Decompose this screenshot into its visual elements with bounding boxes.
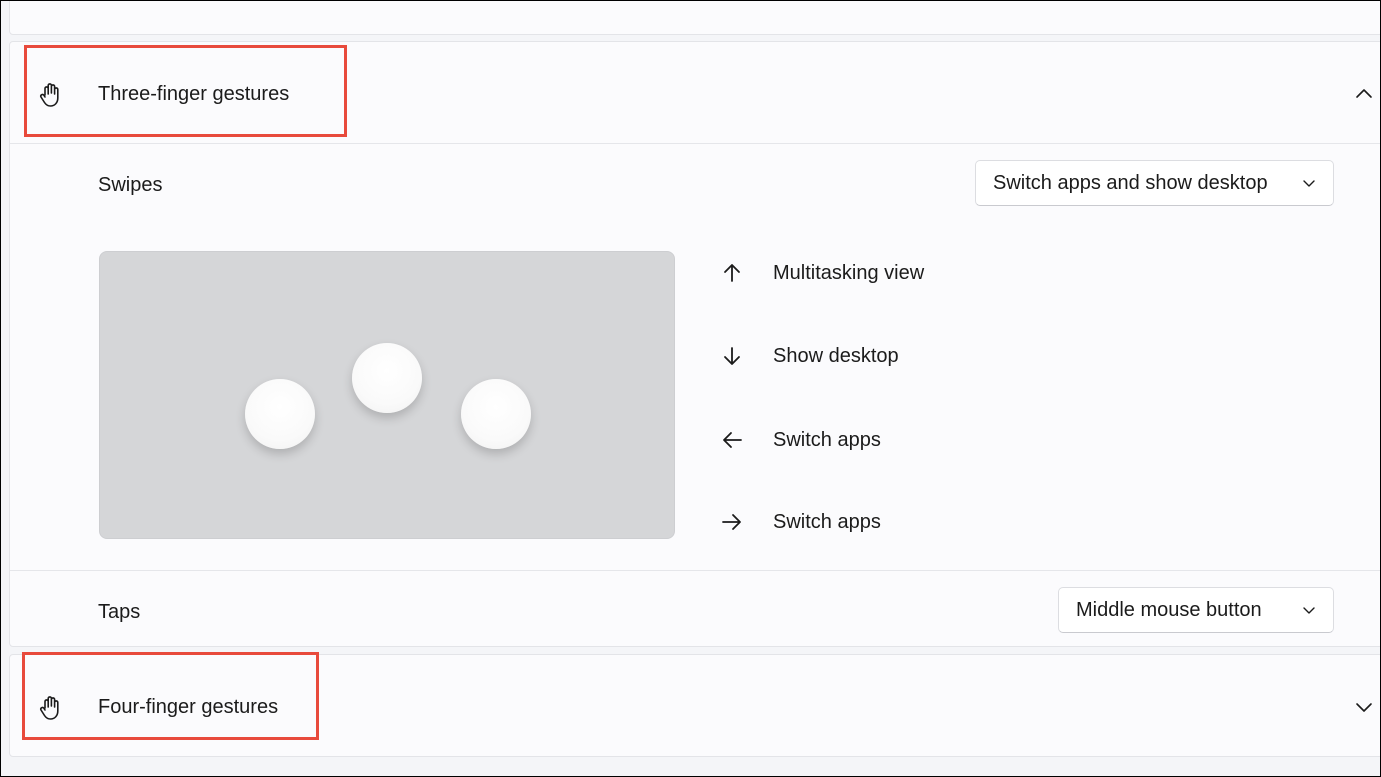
previous-settings-card [9, 1, 1380, 35]
arrow-down-icon [724, 347, 740, 365]
finger-dot [245, 379, 315, 449]
arrow-right-icon [722, 514, 741, 530]
section-title: Four-finger gestures [98, 696, 279, 718]
hand-icon [40, 696, 59, 720]
swipes-dropdown-value: Switch apps and show desktop [993, 172, 1268, 194]
arrow-up-icon [724, 264, 740, 282]
chevron-down-icon [1303, 180, 1315, 187]
three-finger-gestures-header[interactable]: Three-finger gestures [10, 42, 1380, 144]
gesture-label: Switch apps [773, 511, 881, 533]
finger-dot [352, 343, 422, 413]
hand-icon [40, 83, 59, 107]
divider [10, 570, 1380, 571]
gesture-label: Multitasking view [773, 262, 925, 284]
finger-dot [461, 379, 531, 449]
settings-page: Three-finger gestures Swipes Switch apps… [0, 0, 1381, 777]
touchpad-illustration [99, 251, 675, 539]
chevron-down-icon [1303, 607, 1315, 614]
three-finger-gestures-card: Three-finger gestures Swipes Switch apps… [9, 41, 1380, 647]
gesture-label: Show desktop [773, 345, 899, 367]
taps-dropdown[interactable]: Middle mouse button [1058, 587, 1334, 633]
arrow-left-icon [723, 432, 742, 448]
swipes-label: Swipes [98, 174, 163, 196]
section-title: Three-finger gestures [98, 83, 290, 105]
taps-dropdown-value: Middle mouse button [1076, 599, 1262, 621]
four-finger-gestures-card: Four-finger gestures [9, 654, 1380, 757]
four-finger-gestures-header[interactable]: Four-finger gestures [10, 655, 1380, 757]
chevron-down-icon[interactable] [1352, 695, 1376, 719]
taps-label: Taps [98, 601, 141, 623]
gesture-label: Switch apps [773, 429, 881, 451]
swipes-dropdown[interactable]: Switch apps and show desktop [975, 160, 1334, 206]
chevron-up-icon[interactable] [1352, 82, 1376, 106]
